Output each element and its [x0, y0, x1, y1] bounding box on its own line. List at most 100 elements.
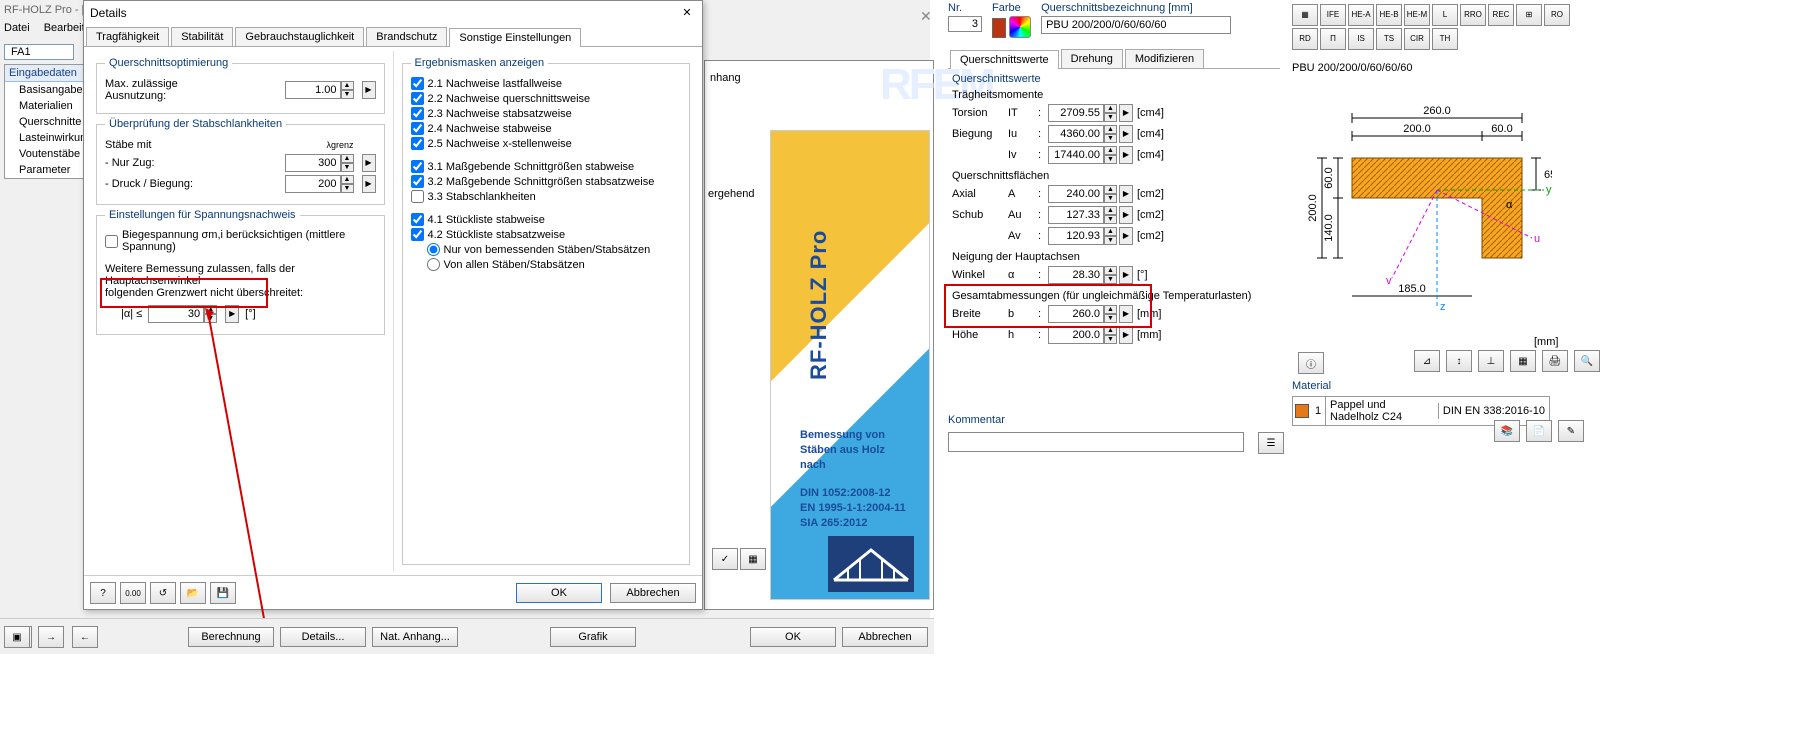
- arrow-right-icon[interactable]: ▶: [1119, 146, 1133, 164]
- profile-icon[interactable]: ⊞: [1516, 4, 1542, 26]
- arrow-right-icon[interactable]: ▶: [1119, 206, 1133, 224]
- corner-icon[interactable]: ←: [72, 626, 98, 648]
- profile-icon[interactable]: IFE: [1320, 4, 1346, 26]
- result-checkbox[interactable]: 2.4 Nachweise stabweise: [411, 122, 682, 135]
- arrow-right-icon[interactable]: ▶: [225, 305, 239, 323]
- a-input[interactable]: ▲▼: [1048, 185, 1117, 203]
- mat-lib-icon[interactable]: 📚: [1494, 420, 1520, 442]
- result-checkbox[interactable]: 3.3 Stabschlankheiten: [411, 190, 682, 203]
- nur-zug-input[interactable]: ▲▼: [285, 154, 354, 172]
- berechnung-button[interactable]: Berechnung: [188, 627, 274, 647]
- profile-icon[interactable]: IS: [1348, 28, 1374, 50]
- tab-sonstige[interactable]: Sonstige Einstellungen: [449, 28, 581, 47]
- mat-new-icon[interactable]: 📄: [1526, 420, 1552, 442]
- nr-input[interactable]: [948, 16, 982, 32]
- mat-edit-icon[interactable]: ✎: [1558, 420, 1584, 442]
- arrow-right-icon[interactable]: ▶: [1119, 185, 1133, 203]
- help-icon[interactable]: ?: [90, 582, 116, 604]
- info-icon[interactable]: ⓘ: [1298, 352, 1324, 374]
- cancel-button[interactable]: Abbrechen: [610, 583, 696, 603]
- result-checkbox[interactable]: 3.2 Maßgebende Schnittgrößen stabsatzwei…: [411, 175, 682, 188]
- view-icon[interactable]: ⊿: [1414, 350, 1440, 372]
- av-input[interactable]: ▲▼: [1048, 227, 1117, 245]
- grafik-button[interactable]: Grafik: [550, 627, 636, 647]
- arrow-right-icon[interactable]: ▶: [362, 175, 376, 193]
- alpha-input[interactable]: ▲▼: [148, 305, 217, 323]
- profile-icon[interactable]: CIR: [1404, 28, 1430, 50]
- profile-icon[interactable]: RRO: [1460, 4, 1486, 26]
- close-icon[interactable]: ✕: [920, 8, 932, 25]
- check-icon[interactable]: ✓: [712, 548, 738, 570]
- profile-icon[interactable]: TS: [1376, 28, 1402, 50]
- view-icon[interactable]: ↕: [1446, 350, 1472, 372]
- corner-icon[interactable]: ▣: [4, 626, 30, 648]
- view-icon[interactable]: ⊥: [1478, 350, 1504, 372]
- units-icon[interactable]: 0.00: [120, 582, 146, 604]
- arrow-right-icon[interactable]: ▶: [362, 154, 376, 172]
- details-button[interactable]: Details...: [280, 627, 366, 647]
- tab-qswerte[interactable]: Querschnittswerte: [950, 50, 1059, 69]
- biegespannung-checkbox[interactable]: Biegespannung σm,i berücksichtigen (mitt…: [105, 229, 376, 253]
- arrow-right-icon[interactable]: ▶: [1119, 104, 1133, 122]
- save-icon[interactable]: 💾: [210, 582, 236, 604]
- tab-stabilitaet[interactable]: Stabilität: [171, 27, 233, 46]
- result-checkbox[interactable]: 4.1 Stückliste stabweise: [411, 213, 682, 226]
- corner-icon[interactable]: →: [38, 626, 64, 648]
- profile-icon[interactable]: RO: [1544, 4, 1570, 26]
- profile-icon[interactable]: RD: [1292, 28, 1318, 50]
- stueckliste-radio[interactable]: Nur von bemessenden Stäben/Stabsätzen: [411, 243, 682, 256]
- profile-icon[interactable]: HE-A: [1348, 4, 1374, 26]
- ok-button[interactable]: OK: [516, 583, 602, 603]
- anhang-label[interactable]: nhang: [710, 72, 741, 84]
- tab-brandschutz[interactable]: Brandschutz: [366, 27, 447, 46]
- nat-anhang-button[interactable]: Nat. Anhang...: [372, 627, 458, 647]
- result-checkbox[interactable]: 2.2 Nachweise querschnittsweise: [411, 92, 682, 105]
- profile-icon[interactable]: REC: [1488, 4, 1514, 26]
- tab-tragfaehigkeit[interactable]: Tragfähigkeit: [86, 27, 169, 46]
- menu-item[interactable]: Datei: [4, 22, 30, 34]
- arrow-right-icon[interactable]: ▶: [1119, 266, 1133, 284]
- stueckliste-radio[interactable]: Von allen Stäben/Stabsätzen: [411, 258, 682, 271]
- result-checkbox[interactable]: 4.2 Stückliste stabsatzweise: [411, 228, 682, 241]
- profile-icon[interactable]: Π: [1320, 28, 1346, 50]
- tab-drehung[interactable]: Drehung: [1061, 49, 1123, 68]
- iv-input[interactable]: ▲▼: [1048, 146, 1117, 164]
- profile-icon[interactable]: HE-M: [1404, 4, 1430, 26]
- torsion-input[interactable]: ▲▼: [1048, 104, 1117, 122]
- profile-icon[interactable]: ▦: [1292, 4, 1318, 26]
- result-checkbox[interactable]: 3.1 Maßgebende Schnittgrößen stabweise: [411, 160, 682, 173]
- max-ausnutzung-input[interactable]: ▲▼: [285, 81, 354, 99]
- tab-gebrauch[interactable]: Gebrauchstauglichkeit: [235, 27, 364, 46]
- druck-input[interactable]: ▲▼: [285, 175, 354, 193]
- arrow-right-icon[interactable]: ▶: [1119, 305, 1133, 323]
- profile-icon[interactable]: TH: [1432, 28, 1458, 50]
- close-icon[interactable]: ✕: [678, 5, 696, 21]
- arrow-right-icon[interactable]: ▶: [1119, 125, 1133, 143]
- profile-icon[interactable]: HE-B: [1376, 4, 1402, 26]
- view-icon[interactable]: ▦: [1510, 350, 1536, 372]
- spin-down-icon[interactable]: ▼: [341, 90, 354, 99]
- load-icon[interactable]: 📂: [180, 582, 206, 604]
- spin-up-icon[interactable]: ▲: [341, 81, 354, 90]
- kommentar-pick-icon[interactable]: ☰: [1258, 432, 1284, 454]
- reset-icon[interactable]: ↺: [150, 582, 176, 604]
- hoehe-input[interactable]: ▲▼: [1048, 326, 1117, 344]
- color-picker-icon[interactable]: [1009, 16, 1031, 38]
- grid-icon[interactable]: ▦: [740, 548, 766, 570]
- fa1-field[interactable]: FA1: [4, 44, 74, 60]
- arrow-right-icon[interactable]: ▶: [362, 81, 376, 99]
- color-swatch[interactable]: [992, 18, 1006, 38]
- arrow-right-icon[interactable]: ▶: [1119, 326, 1133, 344]
- cancel-button[interactable]: Abbrechen: [842, 627, 928, 647]
- view-icon[interactable]: 🔍: [1574, 350, 1600, 372]
- arrow-right-icon[interactable]: ▶: [1119, 227, 1133, 245]
- view-icon[interactable]: 🖨: [1542, 350, 1568, 372]
- profile-icon[interactable]: L: [1432, 4, 1458, 26]
- iu-input[interactable]: ▲▼: [1048, 125, 1117, 143]
- tab-modifizieren[interactable]: Modifizieren: [1125, 49, 1204, 68]
- au-input[interactable]: ▲▼: [1048, 206, 1117, 224]
- result-checkbox[interactable]: 2.5 Nachweise x-stellenweise: [411, 137, 682, 150]
- result-checkbox[interactable]: 2.3 Nachweise stabsatzweise: [411, 107, 682, 120]
- kommentar-input[interactable]: [948, 432, 1244, 452]
- winkel-input[interactable]: ▲▼: [1048, 266, 1117, 284]
